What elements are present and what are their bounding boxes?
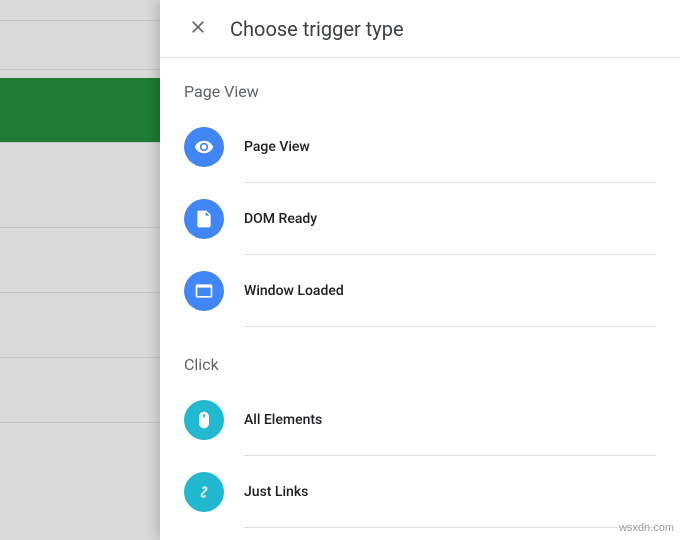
trigger-label: Just Links [244,484,308,500]
section-click: Click All Elements Just Links [184,355,680,528]
backdrop [0,0,160,540]
trigger-label: Page View [244,139,310,155]
panel-header: Choose trigger type [160,0,680,58]
trigger-type-panel: Choose trigger type Page View Page View … [160,0,680,540]
trigger-just-links[interactable]: Just Links [184,456,680,528]
trigger-window-loaded[interactable]: Window Loaded [184,255,680,327]
eye-icon [184,127,224,167]
section-page-view: Page View Page View DOM Ready Window Loa… [184,82,680,327]
trigger-all-elements[interactable]: All Elements [184,384,680,456]
file-icon [184,199,224,239]
trigger-dom-ready[interactable]: DOM Ready [184,183,680,255]
section-title: Click [184,355,680,374]
trigger-label: DOM Ready [244,211,317,227]
trigger-label: All Elements [244,412,322,428]
link-icon [184,472,224,512]
panel-title: Choose trigger type [230,17,404,41]
mouse-icon [184,400,224,440]
trigger-page-view[interactable]: Page View [184,111,680,183]
section-title: Page View [184,82,680,101]
close-icon [188,17,208,41]
trigger-label: Window Loaded [244,283,344,299]
panel-body: Page View Page View DOM Ready Window Loa… [160,58,680,540]
close-button[interactable] [178,9,218,49]
watermark: wsxdn.com [619,522,674,534]
window-icon [184,271,224,311]
